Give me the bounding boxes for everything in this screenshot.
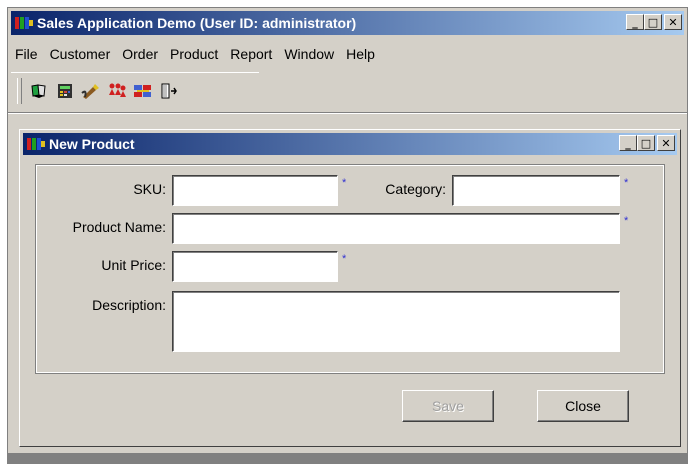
pencil-icon[interactable] [80,80,102,102]
transfer-icon[interactable] [132,80,154,102]
menu-file[interactable]: File [11,46,44,62]
calculator-icon[interactable] [54,80,76,102]
maximize-button[interactable]: □ [644,14,662,30]
child-maximize-button[interactable]: □ [637,135,655,151]
sku-input[interactable] [172,175,338,206]
menu-customer[interactable]: Customer [44,46,117,62]
minimize-icon: _ [632,15,638,29]
exit-door-icon[interactable] [158,80,180,102]
maximize-icon: □ [640,136,652,150]
close-button[interactable]: Close [537,390,629,422]
menu-bar: File Customer Order Product Report Windo… [11,46,381,62]
sku-label: SKU: [133,181,166,197]
main-window: Sales Application Demo (User ID: adminis… [7,7,688,464]
child-app-icon [27,137,45,151]
product-name-input[interactable] [172,213,620,244]
maximize-icon: □ [647,15,659,29]
description-textarea[interactable] [172,291,620,352]
close-icon: ✕ [668,15,678,29]
toolbar-separator [8,112,687,114]
product-name-required-marker: * [624,215,629,227]
toolbar [11,72,259,108]
status-bar [8,453,687,463]
unit-price-input[interactable] [172,251,338,282]
menu-help[interactable]: Help [340,46,381,62]
unit-price-required-marker: * [342,253,347,265]
main-titlebar[interactable]: Sales Application Demo (User ID: adminis… [11,11,684,35]
menu-order[interactable]: Order [116,46,164,62]
child-title: New Product [49,136,135,152]
child-minimize-button[interactable]: _ [619,135,637,151]
category-label: Category: [385,181,446,197]
unit-price-label: Unit Price: [101,257,166,273]
minimize-icon: _ [625,136,631,150]
save-button[interactable]: Save [402,390,494,422]
menu-window[interactable]: Window [278,46,340,62]
minimize-button[interactable]: _ [626,14,644,30]
toolbar-grip[interactable] [17,77,22,104]
close-icon: ✕ [661,136,671,150]
main-title: Sales Application Demo (User ID: adminis… [37,15,357,31]
description-label: Description: [92,297,166,313]
child-titlebar[interactable]: New Product _ □ ✕ [23,133,677,155]
menu-report[interactable]: Report [224,46,278,62]
product-form: SKU: * Category: * Product Name: * Unit … [35,164,665,374]
new-product-window: New Product _ □ ✕ SKU: * Category: * Pro… [19,129,681,447]
category-required-marker: * [624,177,629,189]
sku-required-marker: * [342,177,347,189]
category-input[interactable] [452,175,620,206]
book-icon[interactable] [28,80,50,102]
app-icon [15,16,33,30]
product-name-label: Product Name: [72,219,166,235]
menu-product[interactable]: Product [164,46,224,62]
child-close-button[interactable]: ✕ [657,135,675,151]
close-window-button[interactable]: ✕ [664,14,682,30]
people-icon[interactable] [106,80,128,102]
